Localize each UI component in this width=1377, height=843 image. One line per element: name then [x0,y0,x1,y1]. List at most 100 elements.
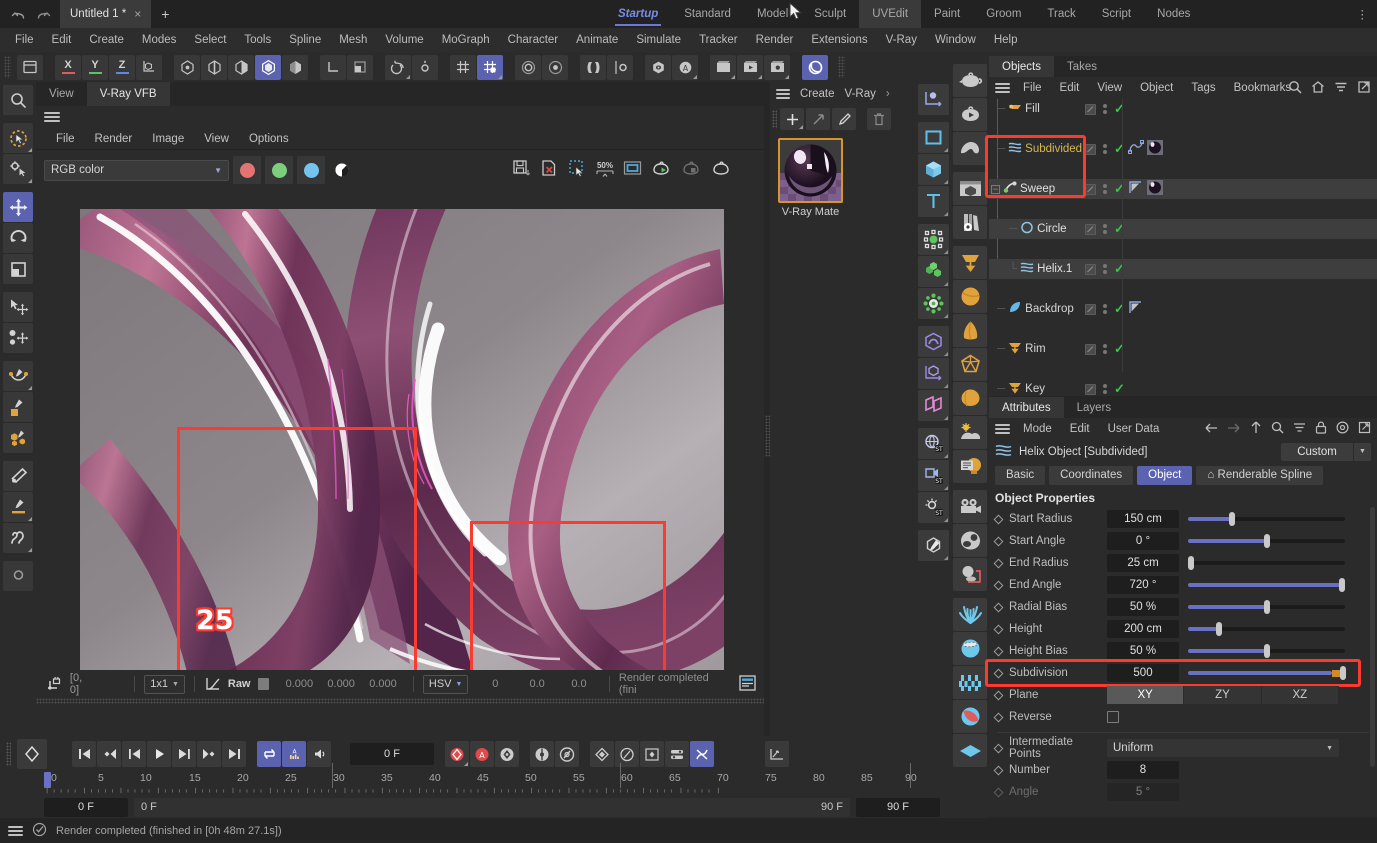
plane-option-xy[interactable]: XY [1107,686,1185,704]
rotate-tool-icon[interactable] [3,223,33,253]
object-menu-edit[interactable]: Edit [1051,82,1089,94]
visibility-dots-icon[interactable] [1085,263,1096,275]
teapot-render-icon[interactable] [953,98,987,131]
curve-icon[interactable] [204,677,222,692]
new-document-button[interactable]: + [151,0,179,28]
undo-history-icon[interactable] [385,54,411,80]
pixel-lock-icon[interactable] [44,676,64,692]
property-value[interactable]: 500 [1107,664,1179,682]
vray-material-icon[interactable] [953,524,987,557]
play-icon[interactable] [147,741,171,767]
extra-tool-icon[interactable] [3,561,33,591]
property-height-bias[interactable]: Height Bias 50 % [989,640,1377,662]
plane-option-xz[interactable]: XZ [1261,686,1339,704]
property-start-radius[interactable]: Start Radius 150 cm [989,508,1377,530]
vray-render-icon[interactable] [802,54,828,80]
key-interpolation-icon[interactable] [640,741,664,767]
timeline-ruler[interactable]: 0 5 10 15 20 25 30 35 40 45 50 55 60 65 … [44,763,940,796]
menu-vray[interactable]: V-Ray [877,28,926,52]
apply-material-icon[interactable] [806,108,830,130]
menu-edit[interactable]: Edit [43,28,81,52]
render-settings-icon[interactable] [764,54,790,80]
sound-icon[interactable] [307,741,331,767]
property-value[interactable]: 720 ° [1107,576,1179,594]
keyframe-icon[interactable] [993,624,1004,634]
menu-extensions[interactable]: Extensions [802,28,876,52]
chevron-down-icon[interactable]: ▼ [1353,442,1371,461]
menu-simulate[interactable]: Simulate [627,28,690,52]
menu-modes[interactable]: Modes [133,28,186,52]
menu-help[interactable]: Help [985,28,1027,52]
axis-x-lock-icon[interactable]: X [55,54,81,80]
object-tree[interactable]: ─ Fill ✓ ─ Subdivided ✓ − Sweep ✓ ─ Circ… [985,99,1377,436]
light-tooltip-icon[interactable] [953,450,987,483]
property-slider[interactable] [1188,554,1345,572]
property-end-angle[interactable]: End Angle 720 ° [989,574,1377,596]
menu-character[interactable]: Character [499,28,568,52]
spline-tag-icon[interactable] [1128,140,1144,158]
layout-tab-track[interactable]: Track [1034,0,1088,28]
table-row[interactable]: ─ Rim ✓ [989,339,1377,359]
loop-playback-icon[interactable] [257,741,281,767]
property-subdivision[interactable]: Subdivision 500 [985,659,1377,687]
field-object-icon[interactable] [917,390,949,421]
save-image-icon[interactable] [512,159,531,181]
tab-object[interactable]: Object [1137,465,1193,485]
viewport-solo-icon[interactable] [645,54,671,80]
menu-volume[interactable]: Volume [376,28,432,52]
property-start-angle[interactable]: Start Angle 0 ° [989,530,1377,552]
tab-layers[interactable]: Layers [1064,397,1125,418]
world-object-coordinate-icon[interactable] [136,54,162,80]
move-tool-icon[interactable] [3,192,33,222]
forward-arrow-icon[interactable] [1227,422,1241,437]
render-view-icon[interactable] [710,54,736,80]
property-value[interactable]: 200 cm [1107,620,1179,638]
sphere-primitive-icon[interactable] [953,280,987,313]
environment-icon[interactable] [953,132,987,165]
target-icon[interactable] [1336,421,1349,437]
vray-plane-icon[interactable] [953,734,987,767]
layout-tab-startup[interactable]: Startup [605,0,671,28]
record-keyframe-icon[interactable] [17,739,47,769]
keyframe-icon[interactable] [993,743,1004,753]
capsule-primitive-icon[interactable] [953,314,987,347]
edge-mode-icon[interactable] [201,54,227,80]
keyframe-icon[interactable] [993,558,1004,568]
tab-objects[interactable]: Objects [989,56,1054,77]
table-row[interactable]: ─ Circle ✓ [989,219,1377,239]
vray-sphere-fade-icon[interactable] [953,632,987,665]
model-mode-icon[interactable] [255,54,281,80]
step-forward-icon[interactable] [172,741,196,767]
fit-to-window-icon[interactable] [623,159,642,181]
scale-tool-icon[interactable] [3,254,33,284]
keyframe-icon[interactable] [993,765,1004,775]
object-menu-view[interactable]: View [1088,82,1131,94]
enable-axis-icon[interactable] [320,54,346,80]
attribute-menu-user-data[interactable]: User Data [1099,423,1169,435]
tab-coordinates[interactable]: Coordinates [1049,465,1134,485]
red-channel-button[interactable] [233,156,261,184]
layout-tab-script[interactable]: Script [1089,0,1144,28]
table-row[interactable]: ─ Fill ✓ [989,99,1377,119]
property-slider[interactable] [1188,576,1345,594]
material-menu-vray[interactable]: V-Ray [845,88,876,100]
hemisphere-primitive-icon[interactable] [953,382,987,415]
scene-nodes-icon[interactable] [917,358,949,389]
cube-primitive-icon[interactable] [917,154,949,185]
zoom-level-icon[interactable]: 50% [596,161,614,179]
visibility-toggle[interactable] [1103,224,1107,234]
enable-check-icon[interactable]: ✓ [1114,141,1125,157]
vray-decal-icon[interactable] [953,700,987,733]
attribute-hamburger-icon[interactable] [995,424,1010,434]
detach-icon[interactable] [1357,80,1371,97]
menu-render[interactable]: Render [747,28,803,52]
keyframe-icon[interactable] [993,668,1004,678]
color-mode-select[interactable]: HSV ▼ [422,674,469,694]
layout-tab-paint[interactable]: Paint [921,0,973,28]
annotation-icon[interactable]: A [672,54,698,80]
audio-waveform-icon[interactable]: A [282,741,306,767]
tab-view[interactable]: View [36,82,87,106]
enable-check-icon[interactable]: ✓ [1114,101,1125,117]
render-start-icon[interactable] [651,159,672,181]
visibility-dots-icon[interactable] [1085,103,1096,115]
